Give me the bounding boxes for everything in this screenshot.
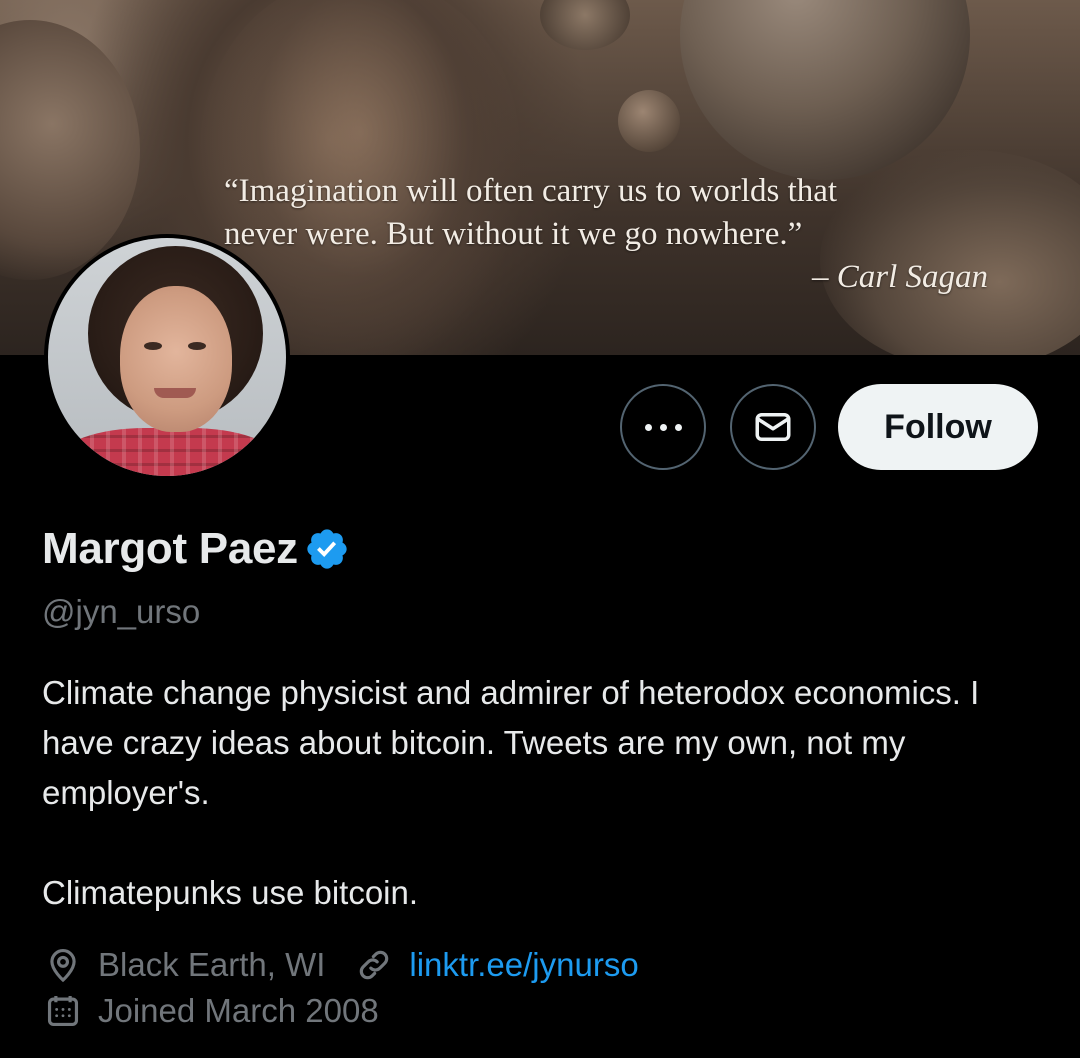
website-link[interactable]: linktr.ee/jynurso bbox=[409, 946, 638, 984]
website-item[interactable]: linktr.ee/jynurso bbox=[355, 946, 639, 984]
avatar-shirt bbox=[58, 428, 278, 476]
profile-meta-row: Black Earth, WI linktr.ee/jynurso bbox=[44, 946, 639, 984]
bio-paragraph: Climate change physicist and admirer of … bbox=[42, 674, 980, 811]
more-horizontal-icon bbox=[644, 423, 682, 431]
location-text: Black Earth, WI bbox=[98, 946, 326, 983]
bio-paragraph: Climatepunks use bitcoin. bbox=[42, 874, 419, 911]
location-pin-icon bbox=[50, 949, 76, 983]
banner-quote: “Imagination will often carry us to worl… bbox=[224, 170, 1004, 299]
banner-planet-large bbox=[680, 0, 970, 180]
joined-text: Joined March 2008 bbox=[98, 992, 379, 1029]
profile-meta-row: Joined March 2008 bbox=[44, 992, 379, 1030]
avatar[interactable] bbox=[44, 234, 290, 480]
display-name: Margot Paez bbox=[42, 524, 298, 573]
banner-quote-line-1: “Imagination will often carry us to worl… bbox=[224, 173, 838, 209]
avatar-eye-right bbox=[188, 342, 206, 350]
banner-planet-small-top bbox=[540, 0, 630, 50]
verified-badge-icon[interactable] bbox=[304, 526, 350, 572]
message-button[interactable] bbox=[730, 384, 816, 470]
calendar-icon bbox=[47, 995, 79, 1027]
banner-quote-line-2: never were. But without it we go nowhere… bbox=[224, 216, 803, 252]
envelope-icon bbox=[755, 413, 791, 441]
joined-item: Joined March 2008 bbox=[44, 992, 379, 1030]
follow-button[interactable]: Follow bbox=[838, 384, 1038, 470]
handle: @jyn_urso bbox=[42, 593, 201, 630]
banner-planet-left bbox=[0, 20, 140, 280]
avatar-eye-left bbox=[144, 342, 162, 350]
avatar-mouth bbox=[154, 388, 196, 398]
link-icon bbox=[360, 950, 389, 980]
location-item: Black Earth, WI bbox=[44, 946, 325, 984]
more-button[interactable] bbox=[620, 384, 706, 470]
avatar-photo bbox=[48, 238, 286, 476]
display-name-row: Margot Paez bbox=[42, 524, 350, 574]
avatar-face bbox=[120, 286, 232, 432]
bio: Climate change physicist and admirer of … bbox=[42, 668, 1052, 918]
banner-planet-small bbox=[618, 90, 680, 152]
banner-quote-author: – Carl Sagan bbox=[811, 259, 988, 295]
